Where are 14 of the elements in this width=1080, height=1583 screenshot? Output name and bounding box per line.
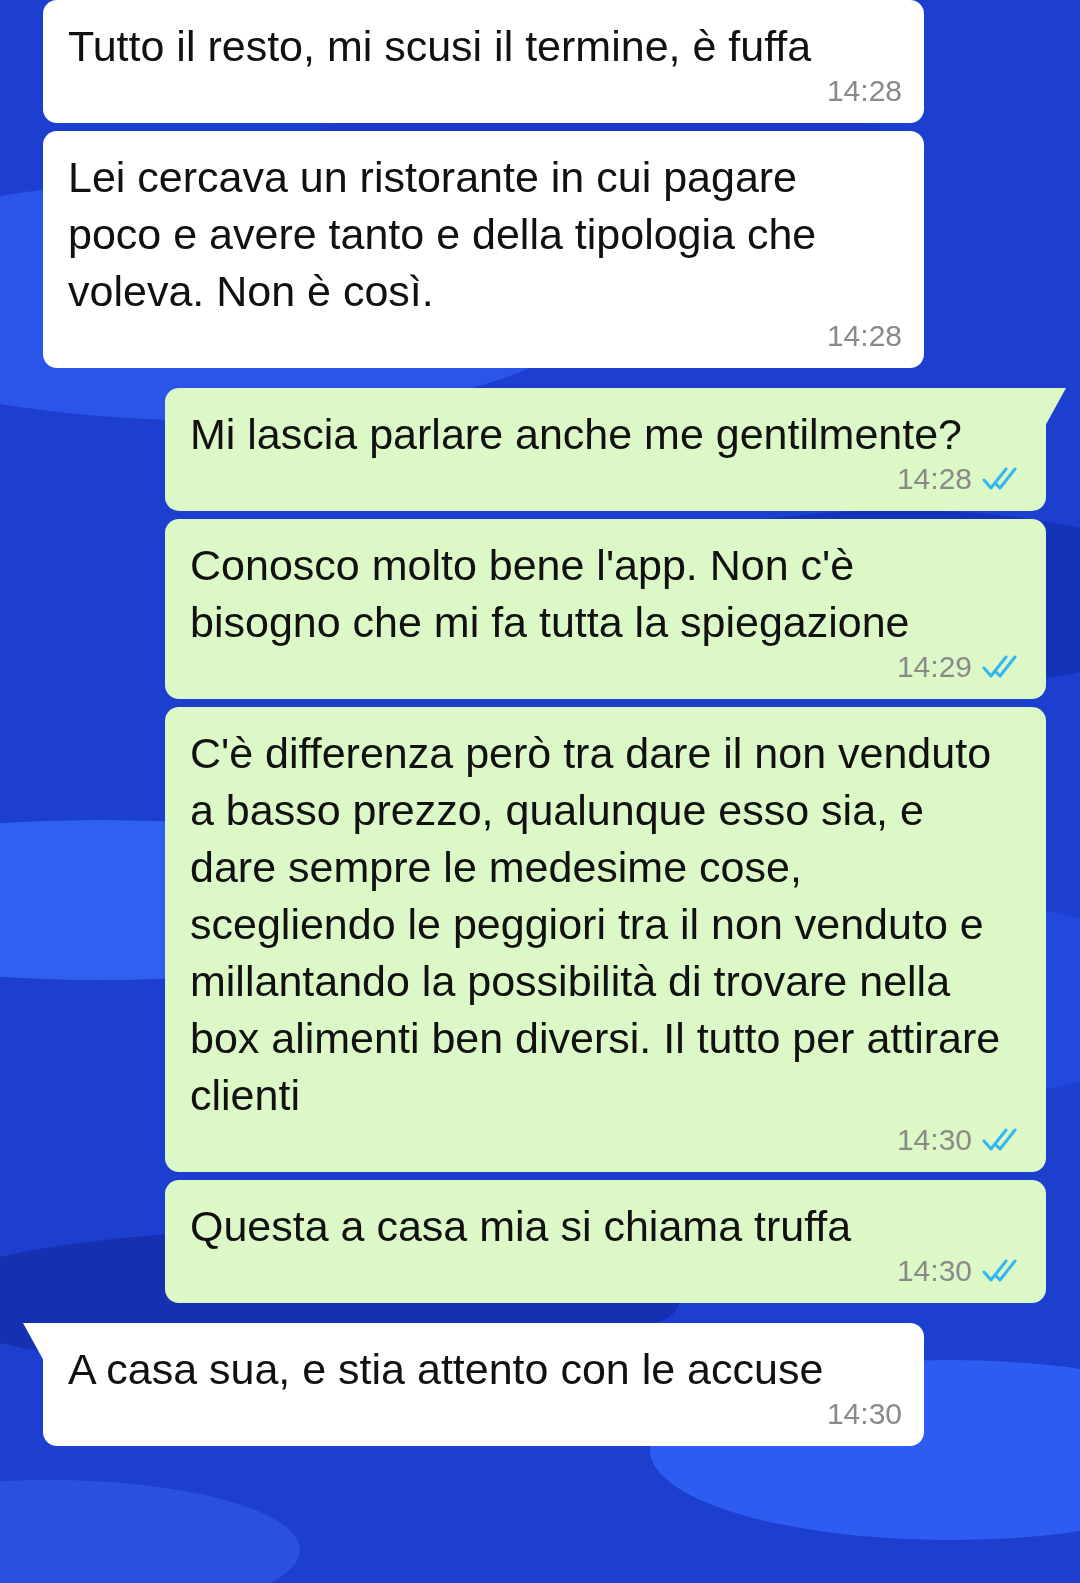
- message-text: Tutto il resto, mi scusi il termine, è fuffa: [68, 21, 813, 72]
- message-text: Lei cercava un ristorante in cui pagare poco e avere tanto e della tipologia che voleva. Non è così.: [68, 152, 818, 317]
- message-time: 14:28: [826, 318, 902, 354]
- message-text: A casa sua, e stia attento con le accuse: [68, 1344, 825, 1395]
- message-time: 14:29: [896, 649, 972, 685]
- message-text: Questa a casa mia si chiama truffa: [190, 1201, 853, 1252]
- message-time: 14:30: [826, 1396, 902, 1432]
- message-time: 14:28: [826, 73, 902, 109]
- message-time: 14:30: [896, 1122, 972, 1158]
- message-text: Mi lascia parlare anche me gentilmente?: [190, 409, 963, 460]
- message-time: 14:28: [896, 461, 972, 497]
- message-text: C'è differenza però tra dare il non venduto a basso prezzo, qualunque esso sia, e dare sempre le medesime cose, scegliendo le peggiori tra il non venduto e millantando la possibilità di trovare nella box alimenti ben diversi. Il tutto per attirare clienti: [190, 728, 1002, 1121]
- message-time: 14:30: [896, 1253, 972, 1289]
- message-text: Conosco molto bene l'app. Non c'è bisogno che mi fa tutta la spiegazione: [190, 540, 911, 648]
